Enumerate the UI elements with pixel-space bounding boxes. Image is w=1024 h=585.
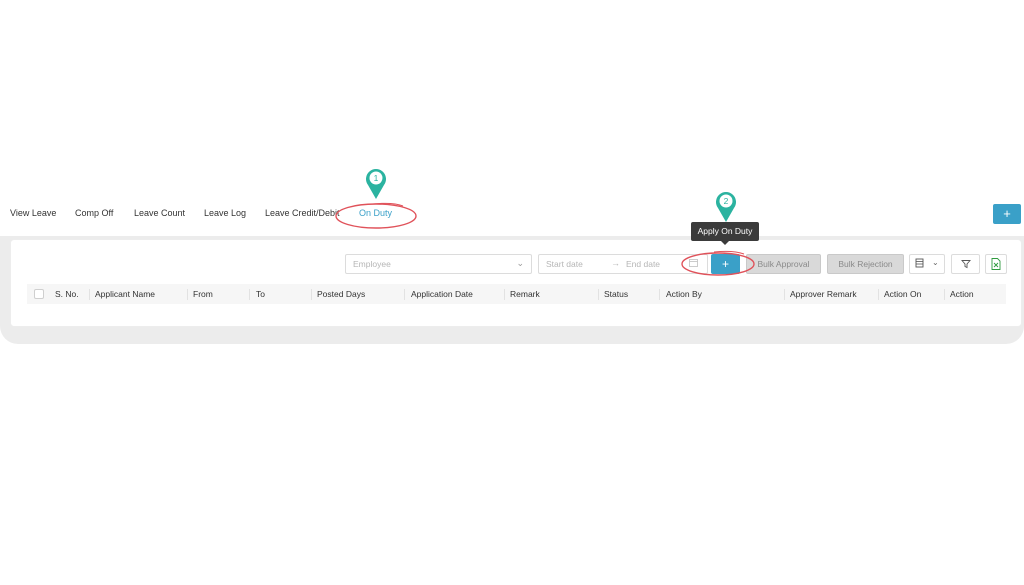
tab-leave-log[interactable]: Leave Log xyxy=(204,208,246,218)
columns-dropdown[interactable]: ⌄ xyxy=(909,254,945,274)
column-divider xyxy=(311,289,312,300)
end-date-input[interactable]: End date xyxy=(626,259,660,269)
column-header-remark[interactable]: Remark xyxy=(510,289,540,299)
tooltip-arrow xyxy=(720,240,730,245)
apply-on-duty-tooltip: Apply On Duty xyxy=(691,222,759,241)
columns-icon xyxy=(915,258,924,270)
on-duty-panel: Employee ⌄ Start date → End date + Bulk … xyxy=(10,239,1022,327)
column-divider xyxy=(404,289,405,300)
column-header-posted-days[interactable]: Posted Days xyxy=(317,289,365,299)
column-header-action[interactable]: Action xyxy=(950,289,974,299)
column-header-s-no[interactable]: S. No. xyxy=(55,289,79,299)
excel-export-icon xyxy=(991,257,1001,274)
tab-leave-credit-debit[interactable]: Leave Credit/Debit xyxy=(265,208,340,218)
highlight-ellipse-add-button xyxy=(681,250,755,276)
filter-button[interactable] xyxy=(951,254,980,274)
highlight-ellipse-on-duty xyxy=(335,202,417,229)
toolbar: Employee ⌄ Start date → End date + Bulk … xyxy=(11,240,1023,280)
table-header: S. No. Applicant Name From To Posted Day… xyxy=(27,284,1006,304)
column-header-approver-remark[interactable]: Approver Remark xyxy=(790,289,857,299)
column-divider xyxy=(878,289,879,300)
column-divider xyxy=(659,289,660,300)
employee-placeholder: Employee xyxy=(353,259,391,269)
marker-number-2: 2 xyxy=(724,196,729,206)
column-header-applicant-name[interactable]: Applicant Name xyxy=(95,289,155,299)
column-divider xyxy=(187,289,188,300)
column-divider xyxy=(784,289,785,300)
column-header-action-by[interactable]: Action By xyxy=(666,289,702,299)
column-header-application-date[interactable]: Application Date xyxy=(411,289,473,299)
select-all-checkbox[interactable] xyxy=(34,289,44,299)
map-pin-icon: 1 xyxy=(366,169,386,199)
chevron-down-icon: ⌄ xyxy=(932,258,939,267)
start-date-input[interactable]: Start date xyxy=(546,259,583,269)
column-divider xyxy=(249,289,250,300)
column-divider xyxy=(89,289,90,300)
bulk-rejection-button[interactable]: Bulk Rejection xyxy=(827,254,904,274)
add-leave-button[interactable]: + xyxy=(993,204,1021,224)
column-divider xyxy=(598,289,599,300)
tab-comp-off[interactable]: Comp Off xyxy=(75,208,113,218)
marker-number-1: 1 xyxy=(374,173,379,183)
column-header-from[interactable]: From xyxy=(193,289,213,299)
column-divider xyxy=(944,289,945,300)
tab-leave-count[interactable]: Leave Count xyxy=(134,208,185,218)
employee-select[interactable]: Employee ⌄ xyxy=(345,254,532,274)
arrow-right-icon: → xyxy=(611,258,620,268)
chevron-down-icon: ⌄ xyxy=(516,258,524,268)
column-header-action-on[interactable]: Action On xyxy=(884,289,921,299)
column-divider xyxy=(504,289,505,300)
export-excel-button[interactable] xyxy=(985,254,1007,274)
map-pin-icon: 2 xyxy=(716,192,736,222)
leave-tabs: View Leave Comp Off Leave Count Leave Lo… xyxy=(0,203,1024,225)
filter-icon xyxy=(960,256,971,273)
tab-view-leave[interactable]: View Leave xyxy=(10,208,56,218)
column-header-to[interactable]: To xyxy=(256,289,265,299)
column-header-status[interactable]: Status xyxy=(604,289,628,299)
